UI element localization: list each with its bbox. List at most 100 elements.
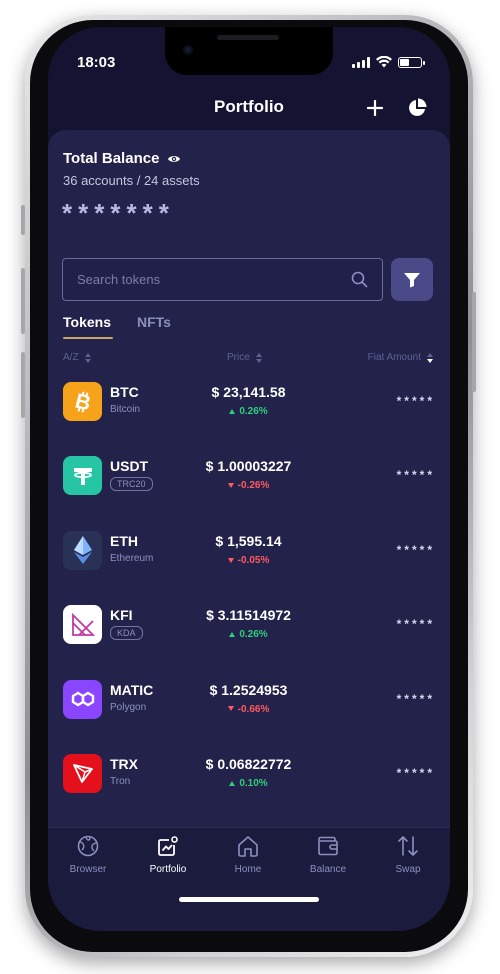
polygon-icon bbox=[63, 679, 102, 719]
token-row[interactable]: KFI KDA $ 3.11514972 0.26% ***** bbox=[48, 596, 450, 670]
token-row[interactable]: ETH Ethereum $ 1,595.14 -0.05% ***** bbox=[48, 522, 450, 596]
token-symbol: BTC bbox=[110, 384, 139, 400]
token-name: Bitcoin bbox=[110, 404, 141, 415]
token-change-value: 0.10% bbox=[239, 777, 268, 789]
token-fiat-amount: ***** bbox=[396, 394, 435, 408]
token-row[interactable]: TRX Tron $ 0.06822772 0.10% ***** bbox=[48, 745, 450, 819]
filter-button[interactable] bbox=[391, 258, 433, 301]
token-fiat-amount: ***** bbox=[396, 468, 435, 483]
nav-label: Portfolio bbox=[149, 864, 187, 875]
network-badge: KDA bbox=[110, 626, 143, 641]
token-price: $ 1.2524953 bbox=[209, 681, 288, 698]
token-change-value: 0.26% bbox=[239, 629, 268, 641]
tether-icon bbox=[63, 456, 102, 496]
token-price: $ 1,595.14 bbox=[215, 532, 282, 549]
wifi-icon bbox=[376, 56, 392, 68]
token-list: B BTC Bitcoin $ 23,141.58 0.26% ***** US… bbox=[48, 373, 450, 819]
masked-balance: ******* bbox=[62, 198, 175, 228]
app-screen: 18:03 Portfolio Total Balance 36 account… bbox=[48, 27, 450, 931]
token-change-value: -0.05% bbox=[237, 554, 270, 566]
token-change: 0.26% bbox=[166, 406, 331, 417]
token-change: -0.66% bbox=[166, 704, 331, 715]
volume-up-button bbox=[21, 268, 25, 334]
portfolio-panel: Total Balance 36 accounts / 24 assets **… bbox=[48, 130, 450, 890]
plus-icon bbox=[367, 100, 383, 116]
tab-tokens[interactable]: Tokens bbox=[63, 314, 111, 330]
arrow-up-icon bbox=[229, 780, 236, 786]
globe-icon bbox=[77, 835, 99, 857]
token-price: $ 1.00003227 bbox=[205, 458, 292, 475]
status-time: 18:03 bbox=[77, 54, 116, 71]
token-change-value: 0.26% bbox=[239, 406, 268, 417]
token-change: 0.26% bbox=[166, 629, 331, 640]
total-balance-title: Total Balance bbox=[63, 150, 160, 167]
arrow-down-icon bbox=[227, 557, 234, 563]
camera-icon bbox=[183, 45, 193, 55]
status-icons bbox=[352, 56, 425, 68]
battery-icon bbox=[398, 56, 425, 68]
nav-label: Home bbox=[234, 864, 262, 875]
token-price: $ 3.11514972 bbox=[206, 607, 291, 624]
arrow-down-icon bbox=[227, 483, 234, 489]
token-row[interactable]: USDT TRC20 $ 1.00003227 -0.26% ***** bbox=[48, 447, 450, 521]
token-symbol: ETH bbox=[110, 532, 138, 549]
token-symbol: KFI bbox=[110, 607, 133, 624]
sort-icon bbox=[84, 352, 91, 363]
nav-browser[interactable]: Browser bbox=[48, 834, 128, 875]
pie-chart-icon bbox=[409, 98, 427, 116]
pie-chart-button[interactable] bbox=[404, 95, 430, 121]
sort-by-fiat-header[interactable]: Fiat Amount bbox=[368, 352, 433, 363]
nav-label: Browser bbox=[69, 864, 107, 875]
sort-by-price-header[interactable]: Price bbox=[227, 352, 262, 363]
nav-balance[interactable]: Balance bbox=[288, 834, 368, 875]
token-change: 0.10% bbox=[166, 778, 331, 789]
wallet-icon bbox=[318, 836, 338, 856]
nav-portfolio[interactable]: Portfolio bbox=[128, 834, 208, 875]
token-fiat-amount: ***** bbox=[396, 691, 435, 706]
token-row[interactable]: B BTC Bitcoin $ 23,141.58 0.26% ***** bbox=[48, 373, 450, 447]
bitcoin-icon: B bbox=[63, 382, 102, 421]
add-button[interactable] bbox=[362, 95, 388, 121]
home-indicator[interactable] bbox=[179, 897, 319, 902]
kfi-icon bbox=[63, 605, 102, 645]
token-symbol: USDT bbox=[110, 458, 149, 475]
sort-icon bbox=[427, 352, 433, 363]
active-tab-indicator bbox=[63, 337, 113, 339]
volume-down-button bbox=[21, 352, 25, 418]
mute-switch bbox=[21, 205, 25, 235]
token-change: -0.05% bbox=[166, 555, 331, 566]
eye-icon[interactable] bbox=[167, 154, 181, 164]
token-symbol: TRX bbox=[110, 755, 138, 772]
token-change-value: -0.66% bbox=[237, 703, 270, 715]
token-price: $ 0.06822772 bbox=[205, 755, 292, 772]
nav-label: Balance bbox=[309, 864, 347, 875]
arrow-up-icon bbox=[229, 408, 236, 414]
search-input[interactable] bbox=[77, 272, 351, 287]
notch bbox=[165, 27, 333, 75]
network-badge: TRC20 bbox=[110, 477, 153, 492]
nav-label: Swap bbox=[395, 864, 421, 875]
total-balance-heading: Total Balance bbox=[63, 150, 181, 167]
arrow-up-icon bbox=[229, 632, 236, 638]
power-button bbox=[472, 292, 476, 392]
token-price: $ 23,141.58 bbox=[211, 384, 286, 400]
nav-swap[interactable]: Swap bbox=[368, 834, 448, 875]
bottom-nav: Browser Portfolio Home Balance Swap bbox=[48, 827, 450, 931]
column-fiat-label: Fiat Amount bbox=[367, 352, 421, 363]
nav-home[interactable]: Home bbox=[208, 834, 288, 875]
column-price-label: Price bbox=[227, 352, 250, 363]
ethereum-icon bbox=[63, 530, 102, 570]
token-row[interactable]: MATIC Polygon $ 1.2524953 -0.66% ***** bbox=[48, 671, 450, 745]
search-box bbox=[62, 258, 383, 301]
column-name-label: A/Z bbox=[63, 352, 79, 363]
tron-icon bbox=[63, 753, 102, 793]
arrow-down-icon bbox=[227, 706, 234, 712]
tab-nfts[interactable]: NFTs bbox=[137, 314, 171, 330]
portfolio-chart-icon bbox=[158, 836, 178, 856]
token-symbol: MATIC bbox=[110, 681, 154, 698]
sort-by-name-header[interactable]: A/Z bbox=[63, 352, 91, 363]
token-name: Polygon bbox=[110, 701, 147, 713]
token-change: -0.26% bbox=[166, 480, 331, 491]
token-name: Tron bbox=[110, 775, 131, 787]
search-icon[interactable] bbox=[351, 271, 368, 288]
